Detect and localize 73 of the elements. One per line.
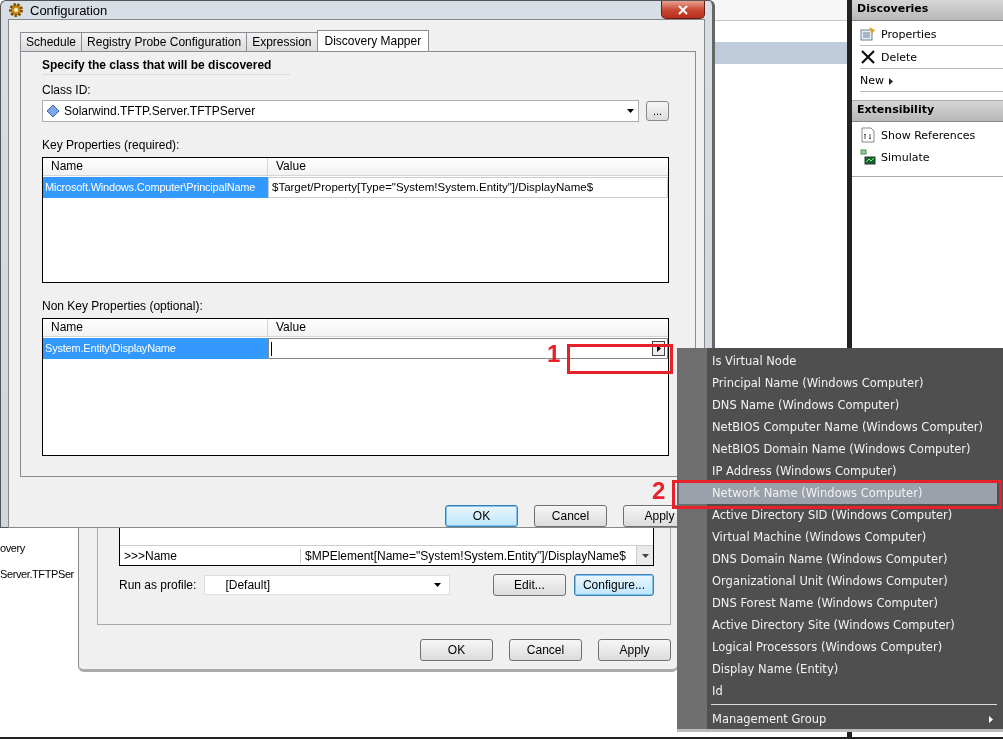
- close-icon: [860, 49, 876, 65]
- action-item[interactable]: Simulate: [860, 146, 1003, 168]
- caret-icon: [627, 109, 634, 113]
- action-label: New: [860, 73, 884, 87]
- action-button[interactable]: Edit...: [492, 574, 566, 596]
- dialog-button[interactable]: Cancel: [534, 505, 607, 527]
- browse-button[interactable]: ...: [646, 101, 669, 121]
- tab[interactable]: Discovery Mapper: [316, 30, 430, 51]
- menu-item[interactable]: Id: [679, 680, 997, 702]
- menu-item[interactable]: Virtual Machine (Windows Computer): [679, 526, 997, 548]
- section-header: Extensibility: [852, 101, 1003, 122]
- menu-item[interactable]: DNS Forest Name (Windows Computer): [679, 592, 997, 614]
- menu-item[interactable]: Organizational Unit (Windows Computer): [679, 570, 997, 592]
- close-icon: [678, 4, 688, 15]
- grid-cell[interactable]: $Target/Property[Type="System!System.Entity"]/DisplayName$: [268, 177, 668, 198]
- menu-item[interactable]: Logical Processors (Windows Computer): [679, 636, 997, 658]
- grid-cell-text: $MPElement[Name="System!System.Entity"]/DisplayName$: [304, 548, 627, 563]
- action-button[interactable]: Configure...: [573, 574, 654, 596]
- grid-label: Key Properties (required):: [42, 138, 181, 152]
- window-title: Configuration: [30, 2, 108, 18]
- class-dropdown[interactable]: Solarwind.TFTP.Server.TFTPServer: [42, 100, 639, 122]
- column-header[interactable]: Name: [43, 158, 268, 175]
- dialog-button[interactable]: Apply: [598, 639, 671, 661]
- dialog-button[interactable]: OK: [420, 639, 493, 661]
- action-item[interactable]: Properties: [860, 23, 1003, 46]
- grid-label: Non Key Properties (optional):: [42, 299, 204, 313]
- action-item[interactable]: New: [860, 69, 1003, 92]
- action-item[interactable]: Delete: [860, 46, 1003, 69]
- arrow-right-icon: [889, 77, 893, 85]
- scrollbar[interactable]: [636, 546, 653, 565]
- action-item[interactable]: Show References: [860, 124, 1003, 146]
- tab[interactable]: Expression: [246, 32, 318, 51]
- section-heading: Specify the class that will be discovered: [42, 56, 290, 75]
- gear-icon: [8, 2, 24, 18]
- action-label: Properties: [881, 27, 937, 41]
- menu-item[interactable]: Is Virtual Node: [679, 350, 997, 372]
- menu-item[interactable]: NetBIOS Computer Name (Windows Computer): [679, 416, 997, 438]
- action-label: Simulate: [881, 150, 930, 164]
- tab[interactable]: Registry Probe Configuration: [81, 32, 248, 51]
- column-header[interactable]: Name: [43, 319, 268, 336]
- field-label: Class ID:: [42, 83, 92, 97]
- arrow-right-icon: [656, 345, 661, 352]
- menu-item[interactable]: DNS Domain Name (Windows Computer): [679, 548, 997, 570]
- menu-item[interactable]: NetBIOS Domain Name (Windows Computer): [679, 438, 997, 460]
- field-label: Run as profile:: [119, 578, 197, 592]
- menu-item[interactable]: Active Directory Site (Windows Computer): [679, 614, 997, 636]
- menu-item[interactable]: Principal Name (Windows Computer): [679, 372, 997, 394]
- document-icon: [860, 127, 876, 143]
- section-header: Discoveries: [852, 0, 1003, 21]
- menu-item[interactable]: IP Address (Windows Computer): [679, 460, 997, 482]
- grid-cell: >>>Name: [120, 548, 301, 563]
- properties-icon: [860, 26, 876, 42]
- action-label: Delete: [881, 50, 918, 64]
- menu-item[interactable]: Management Group: [679, 708, 997, 730]
- menu-item[interactable]: DNS Name (Windows Computer): [679, 394, 997, 416]
- caret-icon: [434, 583, 442, 587]
- step-number: 1: [547, 341, 561, 367]
- list-text: Server.TFTPSer: [0, 567, 74, 582]
- arrow-right-icon: [989, 715, 993, 723]
- diamond-icon: [46, 104, 60, 118]
- menu-item[interactable]: Display Name (Entity): [679, 658, 997, 680]
- dialog-button[interactable]: OK: [445, 505, 518, 527]
- action-label: Show References: [881, 128, 976, 142]
- dialog-button[interactable]: Cancel: [509, 639, 582, 661]
- caret-icon: [641, 553, 649, 558]
- monitor-icon: [860, 149, 876, 165]
- column-header[interactable]: Value: [268, 158, 306, 175]
- close-button[interactable]: [661, 1, 705, 19]
- profile-dropdown[interactable]: [Default]: [204, 575, 451, 595]
- tab[interactable]: Schedule: [20, 32, 83, 51]
- list-text: overy: [0, 541, 26, 556]
- step-number: 2: [652, 478, 666, 504]
- column-header[interactable]: Value: [268, 319, 306, 336]
